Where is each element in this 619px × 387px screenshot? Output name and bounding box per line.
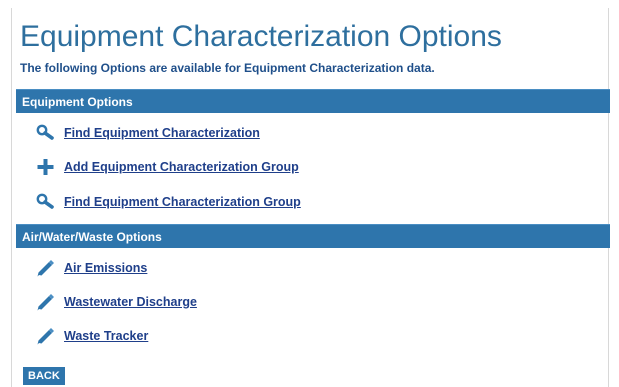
section-header-air-water-waste-options: Air/Water/Waste Options [16,224,610,248]
link-find-equipment-characterization-group[interactable]: Find Equipment Characterization Group [64,195,301,209]
link-find-equipment-characterization[interactable]: Find Equipment Characterization [64,126,260,140]
section-header-equipment-options: Equipment Options [16,89,610,113]
option-find-equipment-characterization[interactable]: Find Equipment Characterization [36,123,260,143]
back-button[interactable]: BACK [23,367,65,385]
option-add-equipment-characterization-group[interactable]: Add Equipment Characterization Group [36,157,299,177]
magnifier-icon [36,124,56,142]
magnifier-icon [36,193,56,211]
plus-icon [36,158,56,176]
option-wastewater-discharge[interactable]: Wastewater Discharge [36,292,197,312]
option-air-emissions[interactable]: Air Emissions [36,258,147,278]
page-title: Equipment Characterization Options [20,20,502,53]
link-waste-tracker[interactable]: Waste Tracker [64,329,148,343]
link-air-emissions[interactable]: Air Emissions [64,261,147,275]
link-add-equipment-characterization-group[interactable]: Add Equipment Characterization Group [64,160,299,174]
page-subtitle: The following Options are available for … [20,61,435,75]
link-wastewater-discharge[interactable]: Wastewater Discharge [64,295,197,309]
option-waste-tracker[interactable]: Waste Tracker [36,326,148,346]
pencil-icon [36,327,56,345]
pencil-icon [36,259,56,277]
pencil-icon [36,293,56,311]
option-find-equipment-characterization-group[interactable]: Find Equipment Characterization Group [36,192,301,212]
